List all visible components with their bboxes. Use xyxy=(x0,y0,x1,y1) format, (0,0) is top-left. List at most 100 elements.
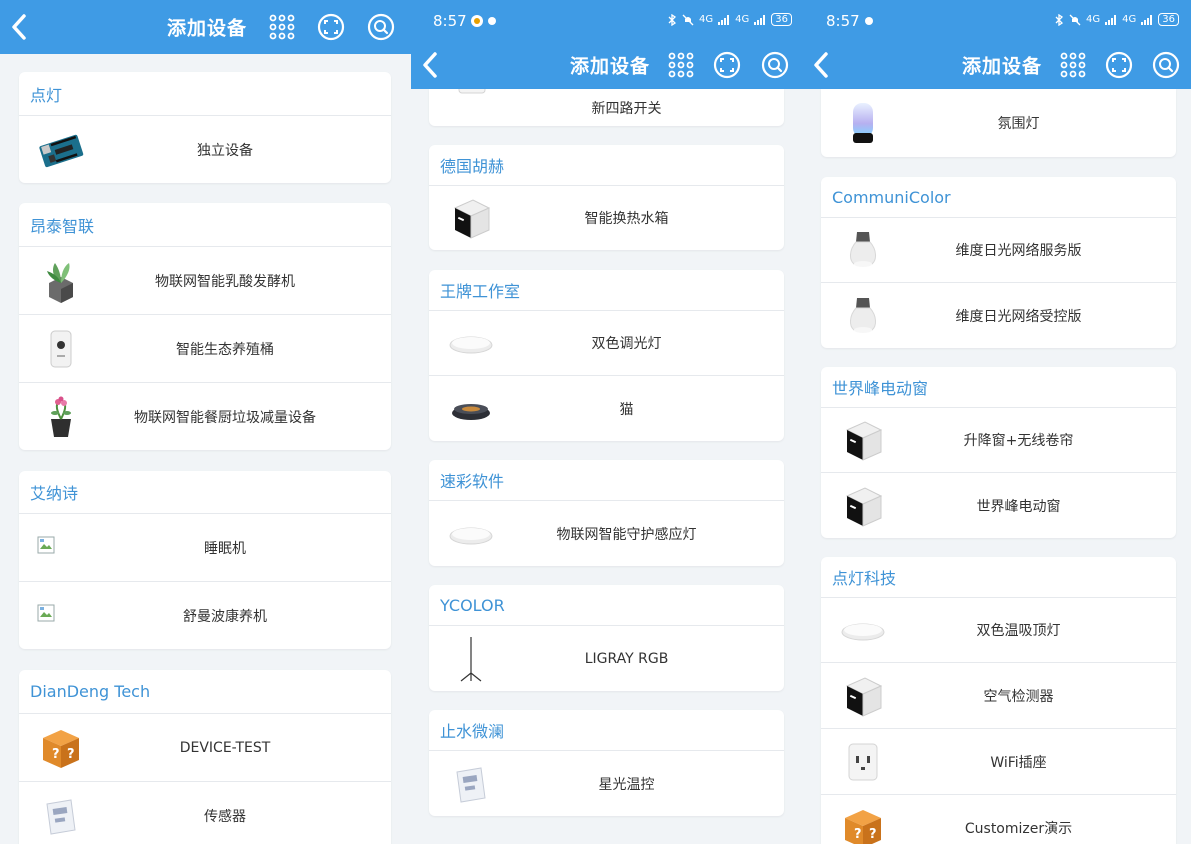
cube-display-icon xyxy=(453,199,491,239)
notification-dot-icon xyxy=(864,17,873,25)
back-icon[interactable] xyxy=(812,51,830,79)
search-icon[interactable] xyxy=(761,51,789,79)
device-item[interactable]: 舒曼波康养机 xyxy=(19,582,391,649)
svg-text:?: ? xyxy=(67,747,75,762)
device-item[interactable]: 物联网智能餐厨垃圾减量设备 xyxy=(19,383,391,450)
question-box-icon: ?? xyxy=(845,810,881,844)
brand-section-huhe: 德国胡赫 智能换热水箱 xyxy=(429,145,784,250)
notification-dot-icon xyxy=(487,17,496,25)
svg-text:?: ? xyxy=(52,747,60,762)
grid-icon[interactable] xyxy=(1059,51,1087,79)
status-icons: 4G 4G 36 xyxy=(667,13,792,26)
scan-icon[interactable] xyxy=(713,51,741,79)
device-item[interactable]: 空气检测器 xyxy=(821,663,1176,729)
back-icon[interactable] xyxy=(10,13,28,41)
socket-icon xyxy=(848,743,878,780)
device-item[interactable]: 双色温吸顶灯 xyxy=(821,598,1176,663)
device-label: 舒曼波康养机 xyxy=(183,608,267,625)
device-item[interactable]: 双色调光灯 xyxy=(429,311,784,376)
search-icon[interactable] xyxy=(367,13,395,41)
battery-level: 36 xyxy=(771,13,792,26)
mood-lamp-icon xyxy=(853,103,873,143)
notification-face-icon xyxy=(470,15,483,27)
device-item[interactable]: 睡眠机 xyxy=(19,514,391,582)
ceiling-light-icon xyxy=(449,527,493,544)
signal-bars-icon xyxy=(754,14,766,25)
device-item[interactable]: LIGRAY RGB xyxy=(429,626,784,691)
brand-section-diandeng: 点灯 独立设备 xyxy=(19,72,391,183)
scan-icon[interactable] xyxy=(317,13,345,41)
mute-icon xyxy=(682,14,694,25)
bulb-icon xyxy=(850,297,876,333)
grid-icon[interactable] xyxy=(268,13,296,41)
page-title: 添加设备 xyxy=(167,17,248,40)
plant-box-icon xyxy=(47,262,73,303)
device-item[interactable]: 新四路开关 xyxy=(429,89,784,126)
mute-icon xyxy=(1069,14,1081,25)
cube-display-icon xyxy=(845,486,883,527)
brand-section-ycolor: YCOLOR LIGRAY RGB xyxy=(429,585,784,691)
question-box-icon: ?? xyxy=(43,729,79,768)
device-item[interactable]: 智能生态养殖桶 xyxy=(19,315,391,383)
top-app-bar: 添加设备 xyxy=(411,40,804,89)
section-title: 世界峰电动窗 xyxy=(821,367,1176,408)
broken-image-icon xyxy=(37,536,55,554)
section-title: 王牌工作室 xyxy=(429,270,784,311)
status-bar: 8:57 4G 4G 36 xyxy=(411,0,804,40)
brand-section-ainashi: 艾纳诗 睡眠机 舒曼波康养机 xyxy=(19,471,391,649)
bluetooth-icon xyxy=(668,13,677,26)
ceiling-light-icon xyxy=(841,623,885,641)
device-item[interactable]: 维度日光网络受控版 xyxy=(821,283,1176,348)
robot-vacuum-icon xyxy=(452,403,490,420)
section-title: 艾纳诗 xyxy=(19,471,391,514)
device-item[interactable]: ?? DEVICE-TEST xyxy=(19,714,391,782)
device-item[interactable]: 氛围灯 xyxy=(821,89,1176,157)
signal-bars-icon xyxy=(1105,14,1117,25)
brand-section-communicolor: CommuniColor 维度日光网络服务版 维度日光网络受控版 xyxy=(821,177,1176,348)
section-title: YCOLOR xyxy=(429,585,784,626)
cube-display-icon xyxy=(845,676,883,717)
signal-bars-icon xyxy=(1141,14,1153,25)
section-title: 点灯科技 xyxy=(821,557,1176,598)
device-item[interactable]: 猫 xyxy=(429,376,784,441)
search-icon[interactable] xyxy=(1152,51,1180,79)
section-title: 点灯 xyxy=(19,72,391,116)
flower-pot-icon xyxy=(51,396,71,437)
status-time: 8:57 xyxy=(433,12,496,30)
device-item[interactable]: 星光温控 xyxy=(429,751,784,816)
device-item[interactable]: 维度日光网络服务版 xyxy=(821,218,1176,283)
section-title: 德国胡赫 xyxy=(429,145,784,186)
device-item[interactable]: 世界峰电动窗 xyxy=(821,473,1176,538)
ceiling-light-icon xyxy=(449,336,493,354)
brand-section-partial: 氛围灯 xyxy=(821,89,1176,157)
tripod-lamp-icon xyxy=(460,636,482,681)
brand-section-wangpai: 王牌工作室 双色调光灯 猫 xyxy=(429,270,784,441)
socket-icon xyxy=(458,89,486,94)
signal-a: 4G xyxy=(699,14,714,25)
back-icon[interactable] xyxy=(421,51,439,79)
device-item[interactable]: 传感器 xyxy=(19,782,391,844)
status-bar: 8:57 4G 4G 36 xyxy=(804,0,1191,40)
status-time: 8:57 xyxy=(826,12,873,30)
device-item[interactable]: 升降窗+无线卷帘 xyxy=(821,408,1176,473)
cube-display-icon xyxy=(845,421,883,461)
signal-b: 4G xyxy=(735,14,750,25)
device-item[interactable]: 物联网智能乳酸发酵机 xyxy=(19,247,391,315)
device-item[interactable]: 物联网智能守护感应灯 xyxy=(429,501,784,566)
device-item[interactable]: WiFi插座 xyxy=(821,729,1176,795)
broken-image-icon xyxy=(37,604,55,622)
section-title: DianDeng Tech xyxy=(19,670,391,714)
scan-icon[interactable] xyxy=(1105,51,1133,79)
signal-a: 4G xyxy=(1086,14,1101,25)
screen-1: 添加设备 点灯 独立设备 昂泰智联 物联网智能乳酸发酵机 智能生态养殖桶 物联网… xyxy=(0,0,411,844)
section-title: 昂泰智联 xyxy=(19,203,391,247)
device-item[interactable]: 独立设备 xyxy=(19,116,391,183)
page-title: 添加设备 xyxy=(962,55,1043,77)
brand-section-diandeng-keji: 点灯科技 双色温吸顶灯 空气检测器 WiFi插座 ?? Customizer演示 xyxy=(821,557,1176,844)
device-item[interactable]: 智能换热水箱 xyxy=(429,186,784,250)
brand-section-angtai: 昂泰智联 物联网智能乳酸发酵机 智能生态养殖桶 物联网智能餐厨垃圾减量设备 xyxy=(19,203,391,450)
device-item[interactable]: ?? Customizer演示 xyxy=(821,795,1176,844)
grid-icon[interactable] xyxy=(667,51,695,79)
status-icons: 4G 4G 36 xyxy=(1054,13,1179,26)
thermo-display-icon xyxy=(456,766,486,803)
